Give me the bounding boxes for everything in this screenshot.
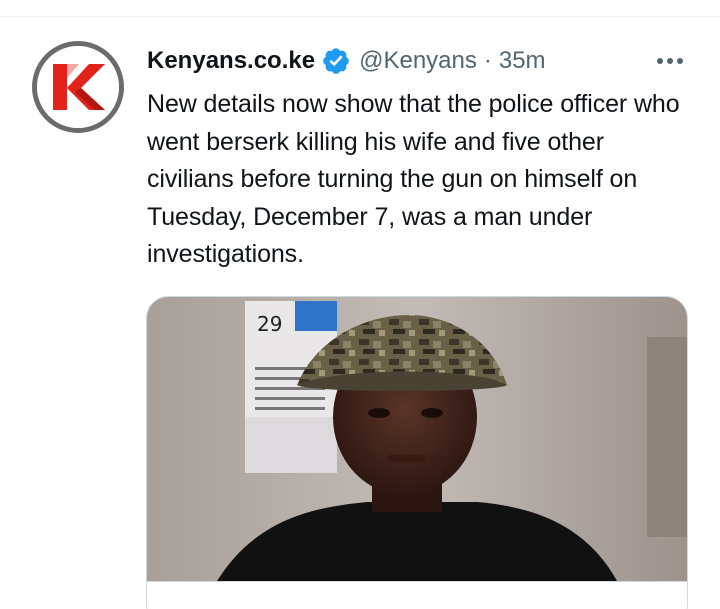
svg-text:29: 29 [257, 312, 282, 336]
tweet[interactable]: Kenyans.co.ke @Kenyans · 35m New details… [0, 0, 720, 609]
user-handle[interactable]: @Kenyans [359, 47, 477, 75]
link-card[interactable]: 29 [146, 296, 688, 609]
separator-dot: · [483, 47, 492, 74]
card-image[interactable]: 29 [147, 297, 687, 581]
more-dot [677, 58, 683, 64]
tweet-header: Kenyans.co.ke @Kenyans · 35m [147, 45, 546, 77]
more-dot [667, 58, 673, 64]
display-name[interactable]: Kenyans.co.ke [147, 47, 315, 75]
tweet-text: New details now show that the police off… [147, 90, 680, 268]
more-options-icon[interactable] [652, 46, 688, 76]
kenyans-logo-icon[interactable] [32, 41, 124, 133]
timestamp[interactable]: 35m [499, 47, 546, 75]
verified-badge-icon [321, 46, 351, 76]
more-dot [657, 58, 663, 64]
card-footer[interactable] [147, 581, 687, 609]
